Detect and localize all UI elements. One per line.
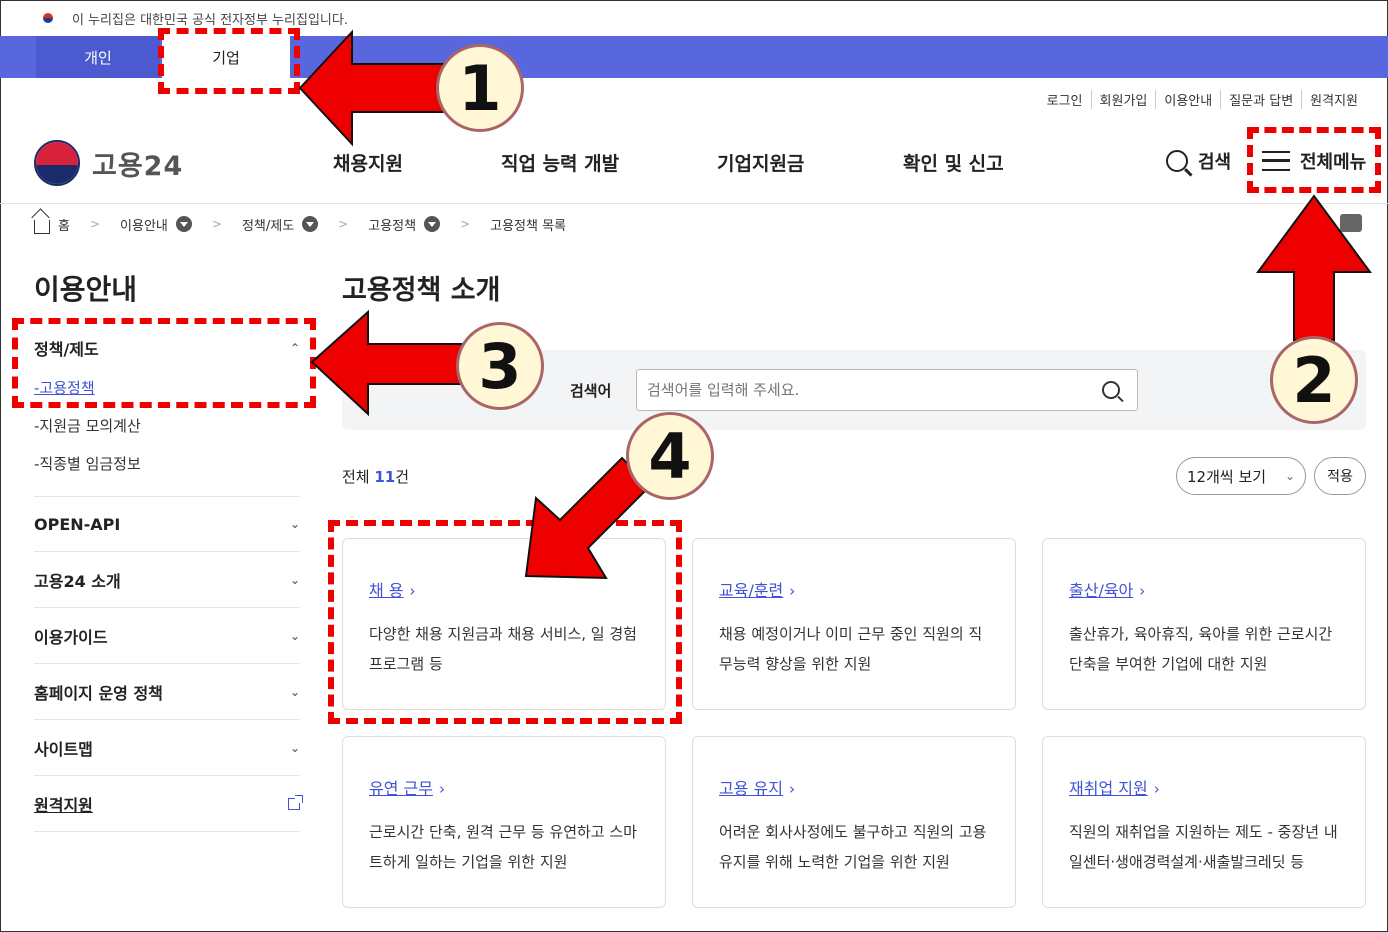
annotation-number-3: 3 [456, 322, 544, 410]
annotation-number-1: 1 [436, 44, 524, 132]
annotation-arrow-1 [298, 29, 449, 147]
annotation-number-4: 4 [626, 412, 714, 500]
annotation-number-2: 2 [1270, 336, 1358, 424]
annotation-arrow-2 [1256, 194, 1372, 341]
annotation-arrow-3 [310, 309, 463, 417]
